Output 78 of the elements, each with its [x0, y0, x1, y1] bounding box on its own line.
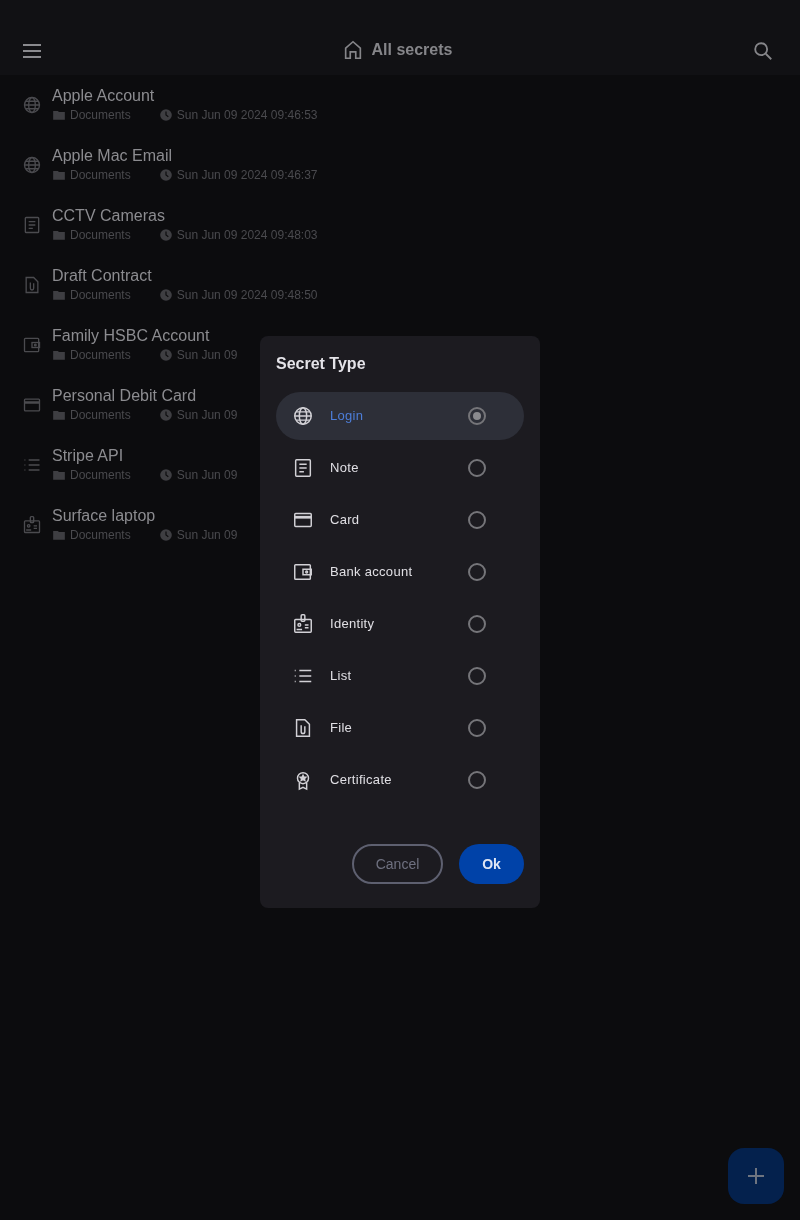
type-option[interactable]: Note: [276, 444, 524, 492]
secret-name: Apple Mac Email: [52, 146, 174, 166]
secret-item[interactable]: Family HSBC Account Documents Sun Jun 09: [0, 315, 238, 375]
folder-label: Documents: [70, 467, 131, 484]
wallet-icon: [22, 335, 42, 355]
folder-icon: [52, 408, 66, 422]
id-badge-icon: [292, 613, 314, 635]
secret-item[interactable]: CCTV Cameras Documents Sun Jun 09 2024 09:48:03: [0, 195, 318, 255]
radio-button[interactable]: [468, 719, 486, 737]
folder-label: Documents: [70, 107, 131, 124]
folder-icon: [52, 348, 66, 362]
secret-item[interactable]: Apple Account Documents Sun Jun 09 2024 09:46:53: [0, 75, 318, 135]
clock-icon: [158, 108, 173, 122]
date-label: Sun Jun 09 2024 09:46:53: [176, 107, 318, 124]
globe-icon: [22, 95, 42, 115]
dialog-title: Secret Type: [276, 354, 367, 374]
secret-name: Surface laptop: [52, 506, 157, 526]
folder-icon: [52, 468, 66, 482]
clock-icon: [158, 348, 173, 362]
clock-icon: [158, 168, 173, 182]
type-option[interactable]: Card: [276, 496, 524, 544]
secret-item[interactable]: Stripe API Documents Sun Jun 09: [0, 435, 238, 495]
secret-name: Stripe API: [52, 446, 125, 466]
plus-icon: [747, 1167, 765, 1185]
secret-name: Apple Account: [52, 86, 156, 106]
clock-icon: [158, 468, 173, 482]
secret-item[interactable]: Surface laptop Documents Sun Jun 09: [0, 495, 238, 555]
folder-label: Documents: [70, 347, 131, 364]
type-option[interactable]: Login: [276, 392, 524, 440]
date-label: Sun Jun 09: [176, 467, 238, 484]
radio-button[interactable]: [468, 459, 486, 477]
globe-icon: [292, 405, 314, 427]
radio-button[interactable]: [468, 563, 486, 581]
date-label: Sun Jun 09 2024 09:48:03: [176, 227, 318, 244]
note-icon: [292, 457, 314, 479]
folder-label: Documents: [70, 227, 131, 244]
date-label: Sun Jun 09 2024 09:48:50: [176, 287, 318, 304]
folder-icon: [52, 288, 66, 302]
type-option[interactable]: Bank account: [276, 548, 524, 596]
secret-name: Draft Contract: [52, 266, 153, 286]
radio-button[interactable]: [468, 615, 486, 633]
page-title: All secrets: [371, 40, 453, 60]
radio-button[interactable]: [468, 771, 486, 789]
note-icon: [22, 215, 42, 235]
secret-item[interactable]: Draft Contract Documents Sun Jun 09 2024 09:48:50: [0, 255, 318, 315]
radio-button[interactable]: [468, 511, 486, 529]
radio-button[interactable]: [468, 407, 486, 425]
secret-name: Personal Debit Card: [52, 386, 198, 406]
type-option[interactable]: Identity: [276, 600, 524, 648]
folder-icon: [52, 168, 66, 182]
secret-name: CCTV Cameras: [52, 206, 166, 226]
date-label: Sun Jun 09: [176, 347, 238, 364]
secret-name: Family HSBC Account: [52, 326, 211, 346]
secret-item[interactable]: Apple Mac Email Documents Sun Jun 09 2024 09:46:37: [0, 135, 318, 195]
radio-button[interactable]: [468, 667, 486, 685]
clock-icon: [158, 528, 173, 542]
date-label: Sun Jun 09: [176, 407, 238, 424]
type-option[interactable]: Certificate: [276, 756, 524, 804]
clock-icon: [158, 288, 173, 302]
clock-icon: [158, 228, 173, 242]
folder-label: Documents: [70, 167, 131, 184]
type-option[interactable]: File: [276, 704, 524, 752]
folder-icon: [52, 528, 66, 542]
id-badge-icon: [22, 515, 42, 535]
wallet-icon: [292, 561, 314, 583]
cancel-button[interactable]: Cancel: [352, 844, 443, 884]
folder-icon: [52, 228, 66, 242]
date-label: Sun Jun 09 2024 09:46:37: [176, 167, 318, 184]
clock-icon: [158, 408, 173, 422]
folder-icon: [52, 108, 66, 122]
ok-button[interactable]: Ok: [459, 844, 524, 884]
folder-label: Documents: [70, 527, 131, 544]
folder-label: Documents: [70, 287, 131, 304]
secret-item[interactable]: Personal Debit Card Documents Sun Jun 09: [0, 375, 238, 435]
type-option[interactable]: List: [276, 652, 524, 700]
date-label: Sun Jun 09: [176, 527, 238, 544]
folder-label: Documents: [70, 407, 131, 424]
globe-icon: [22, 155, 42, 175]
